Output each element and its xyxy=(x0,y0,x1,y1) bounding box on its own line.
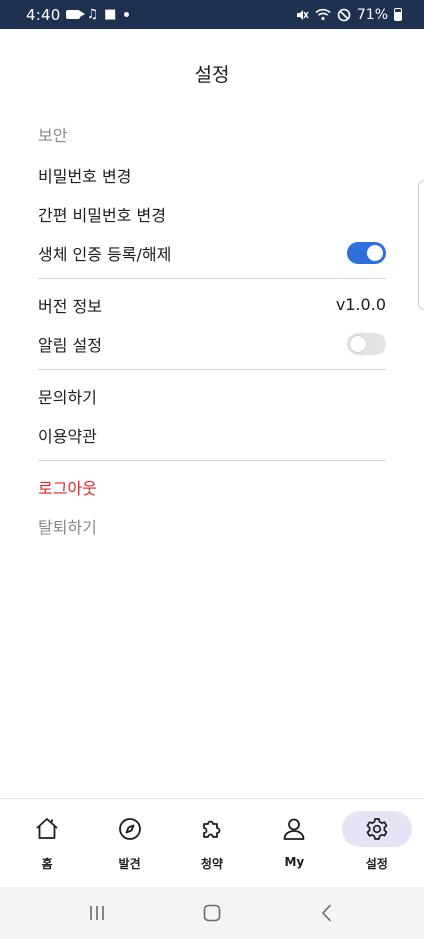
system-nav-bar xyxy=(0,887,424,939)
status-time: 4:40 xyxy=(26,5,61,24)
divider xyxy=(38,278,386,279)
home-button[interactable] xyxy=(192,898,232,928)
home-square-icon xyxy=(203,904,221,922)
video-camera-icon xyxy=(66,10,86,19)
gear-icon xyxy=(366,818,388,840)
nav-subscription-label: 청약 xyxy=(200,857,224,871)
do-not-disturb-icon xyxy=(337,8,351,21)
biometric-item: 생체 인증 등록/해제 xyxy=(38,233,386,272)
logout-button[interactable]: 로그아웃 xyxy=(38,467,386,506)
home-icon xyxy=(36,818,58,839)
wifi-icon xyxy=(315,8,331,21)
inquiry-item[interactable]: 문의하기 xyxy=(38,376,386,415)
puzzle-icon xyxy=(203,820,221,838)
terms-label: 이용약관 xyxy=(38,426,97,446)
user-icon xyxy=(283,818,305,840)
biometric-label: 생체 인증 등록/해제 xyxy=(38,244,172,264)
change-simple-password-item[interactable]: 간편 비밀번호 변경 xyxy=(38,194,386,233)
notification-toggle[interactable] xyxy=(347,332,386,355)
toggle-knob xyxy=(350,335,366,352)
mute-icon xyxy=(296,9,309,20)
notification-item: 알림 설정 xyxy=(38,324,386,363)
toggle-knob xyxy=(367,244,383,261)
divider xyxy=(38,369,386,370)
back-chevron-icon xyxy=(321,904,331,922)
status-bar: 4:40 ♫ ■ 71% xyxy=(0,0,424,29)
nav-settings[interactable]: 설정 xyxy=(341,811,413,887)
recent-apps-icon xyxy=(90,906,105,920)
version-value: v1.0.0 xyxy=(335,295,386,314)
shopping-bag-icon: ■ xyxy=(104,7,117,22)
version-item: 버전 정보 v1.0.0 xyxy=(38,285,386,324)
logout-label: 로그아웃 xyxy=(38,478,97,498)
terms-item[interactable]: 이용약관 xyxy=(38,415,386,454)
notification-label: 알림 설정 xyxy=(38,335,102,355)
version-label: 버전 정보 xyxy=(38,296,102,316)
nav-home[interactable]: 홈 xyxy=(11,811,83,887)
recent-apps-button[interactable] xyxy=(77,898,117,928)
notification-dot-icon xyxy=(124,12,130,17)
withdraw-label: 탈퇴하기 xyxy=(38,517,97,537)
battery-icon xyxy=(394,8,402,21)
compass-icon xyxy=(118,818,141,840)
change-password-item[interactable]: 비밀번호 변경 xyxy=(38,155,386,194)
change-password-label: 비밀번호 변경 xyxy=(38,166,132,186)
nav-discover[interactable]: 발견 xyxy=(94,811,166,887)
change-simple-password-label: 간편 비밀번호 변경 xyxy=(38,205,166,225)
section-security-label: 보안 xyxy=(38,126,68,145)
nav-discover-label: 발견 xyxy=(118,857,141,871)
biometric-toggle[interactable] xyxy=(347,241,386,264)
scroll-handle[interactable] xyxy=(418,180,424,310)
inquiry-label: 문의하기 xyxy=(38,387,97,407)
withdraw-button[interactable]: 탈퇴하기 xyxy=(38,506,386,545)
back-button[interactable] xyxy=(307,898,347,928)
nav-home-label: 홈 xyxy=(41,857,53,871)
nav-settings-label: 설정 xyxy=(365,857,388,871)
nav-my-label: My xyxy=(284,855,305,869)
battery-percent: 71% xyxy=(356,6,388,23)
music-note-icon: ♫ xyxy=(86,7,99,22)
bottom-nav: 홈 발견 청약 My 설정 xyxy=(0,798,424,887)
page-title: 설정 xyxy=(194,64,230,86)
nav-subscription[interactable]: 청약 xyxy=(176,811,248,887)
nav-my[interactable]: My xyxy=(258,811,330,887)
divider xyxy=(38,460,386,461)
settings-list: 보안 비밀번호 변경 간편 비밀번호 변경 생체 인증 등록/해제 버전 정보 … xyxy=(38,118,386,545)
